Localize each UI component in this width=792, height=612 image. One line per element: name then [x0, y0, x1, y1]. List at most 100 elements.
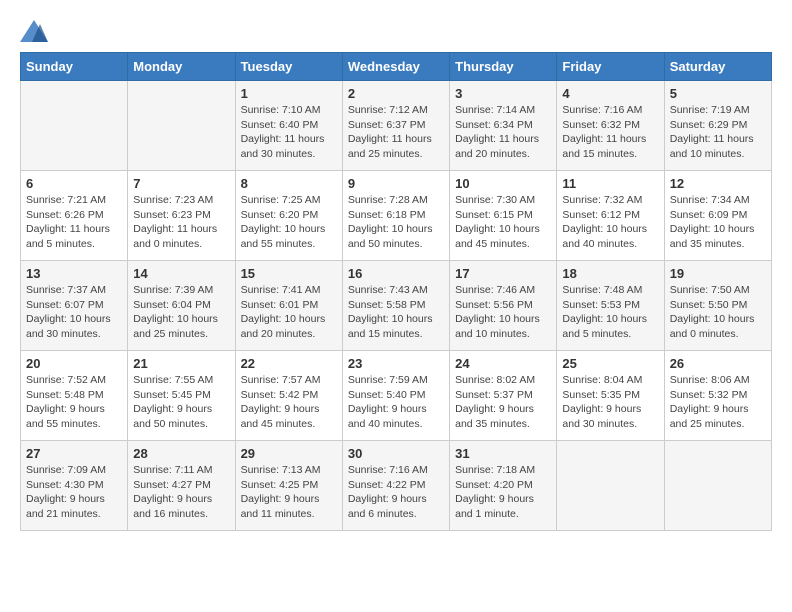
day-info: Sunrise: 8:06 AM Sunset: 5:32 PM Dayligh…: [670, 373, 766, 432]
day-info: Sunrise: 7:16 AM Sunset: 6:32 PM Dayligh…: [562, 103, 658, 162]
day-number: 12: [670, 176, 766, 191]
day-number: 8: [241, 176, 337, 191]
calendar-cell: 16 Sunrise: 7:43 AM Sunset: 5:58 PM Dayli…: [342, 261, 449, 351]
calendar-cell: 25 Sunrise: 8:04 AM Sunset: 5:35 PM Dayli…: [557, 351, 664, 441]
day-number: 17: [455, 266, 551, 281]
header: [20, 20, 772, 42]
day-info: Sunrise: 7:52 AM Sunset: 5:48 PM Dayligh…: [26, 373, 122, 432]
day-info: Sunrise: 7:59 AM Sunset: 5:40 PM Dayligh…: [348, 373, 444, 432]
calendar-cell: [557, 441, 664, 531]
calendar-cell: 3 Sunrise: 7:14 AM Sunset: 6:34 PM Daylig…: [450, 81, 557, 171]
day-info: Sunrise: 8:04 AM Sunset: 5:35 PM Dayligh…: [562, 373, 658, 432]
day-info: Sunrise: 7:41 AM Sunset: 6:01 PM Dayligh…: [241, 283, 337, 342]
calendar-cell: 7 Sunrise: 7:23 AM Sunset: 6:23 PM Daylig…: [128, 171, 235, 261]
day-info: Sunrise: 7:18 AM Sunset: 4:20 PM Dayligh…: [455, 463, 551, 522]
day-info: Sunrise: 7:23 AM Sunset: 6:23 PM Dayligh…: [133, 193, 229, 252]
calendar-cell: 17 Sunrise: 7:46 AM Sunset: 5:56 PM Dayli…: [450, 261, 557, 351]
day-info: Sunrise: 7:32 AM Sunset: 6:12 PM Dayligh…: [562, 193, 658, 252]
day-number: 3: [455, 86, 551, 101]
calendar-cell: 27Sunrise: 7:09 AM Sunset: 4:30 PM Dayli…: [21, 441, 128, 531]
day-number: 9: [348, 176, 444, 191]
day-info: Sunrise: 7:14 AM Sunset: 6:34 PM Dayligh…: [455, 103, 551, 162]
day-number: 13: [26, 266, 122, 281]
day-number: 7: [133, 176, 229, 191]
day-info: Sunrise: 7:46 AM Sunset: 5:56 PM Dayligh…: [455, 283, 551, 342]
day-number: 24: [455, 356, 551, 371]
calendar-cell: 18 Sunrise: 7:48 AM Sunset: 5:53 PM Dayli…: [557, 261, 664, 351]
day-info: Sunrise: 8:02 AM Sunset: 5:37 PM Dayligh…: [455, 373, 551, 432]
day-number: 26: [670, 356, 766, 371]
weekday-header-monday: Monday: [128, 53, 235, 81]
calendar-cell: 30Sunrise: 7:16 AM Sunset: 4:22 PM Dayli…: [342, 441, 449, 531]
day-info: Sunrise: 7:12 AM Sunset: 6:37 PM Dayligh…: [348, 103, 444, 162]
day-number: 15: [241, 266, 337, 281]
logo-icon: [20, 20, 48, 42]
day-number: 4: [562, 86, 658, 101]
calendar-cell: 15 Sunrise: 7:41 AM Sunset: 6:01 PM Dayli…: [235, 261, 342, 351]
calendar-cell: 28 Sunrise: 7:11 AM Sunset: 4:27 PM Dayli…: [128, 441, 235, 531]
calendar-cell: 10 Sunrise: 7:30 AM Sunset: 6:15 PM Dayli…: [450, 171, 557, 261]
day-number: 16: [348, 266, 444, 281]
day-info: Sunrise: 7:13 AM Sunset: 4:25 PM Dayligh…: [241, 463, 337, 522]
weekday-header-friday: Friday: [557, 53, 664, 81]
day-info: Sunrise: 7:55 AM Sunset: 5:45 PM Dayligh…: [133, 373, 229, 432]
day-number: 18: [562, 266, 658, 281]
calendar-cell: 12 Sunrise: 7:34 AM Sunset: 6:09 PM Dayli…: [664, 171, 771, 261]
calendar-week-row: 6Sunrise: 7:21 AM Sunset: 6:26 PM Daylig…: [21, 171, 772, 261]
calendar-cell: 9 Sunrise: 7:28 AM Sunset: 6:18 PM Daylig…: [342, 171, 449, 261]
calendar-cell: 14Sunrise: 7:39 AM Sunset: 6:04 PM Dayli…: [128, 261, 235, 351]
calendar-cell: 11 Sunrise: 7:32 AM Sunset: 6:12 PM Dayli…: [557, 171, 664, 261]
calendar-week-row: 1Sunrise: 7:10 AM Sunset: 6:40 PM Daylig…: [21, 81, 772, 171]
day-info: Sunrise: 7:21 AM Sunset: 6:26 PM Dayligh…: [26, 193, 122, 252]
calendar-week-row: 27Sunrise: 7:09 AM Sunset: 4:30 PM Dayli…: [21, 441, 772, 531]
day-info: Sunrise: 7:57 AM Sunset: 5:42 PM Dayligh…: [241, 373, 337, 432]
calendar-cell: 26 Sunrise: 8:06 AM Sunset: 5:32 PM Dayli…: [664, 351, 771, 441]
calendar-cell: 1Sunrise: 7:10 AM Sunset: 6:40 PM Daylig…: [235, 81, 342, 171]
calendar-week-row: 20 Sunrise: 7:52 AM Sunset: 5:48 PM Dayli…: [21, 351, 772, 441]
calendar-body: 1Sunrise: 7:10 AM Sunset: 6:40 PM Daylig…: [21, 81, 772, 531]
day-number: 19: [670, 266, 766, 281]
calendar-cell: 4 Sunrise: 7:16 AM Sunset: 6:32 PM Daylig…: [557, 81, 664, 171]
day-info: Sunrise: 7:19 AM Sunset: 6:29 PM Dayligh…: [670, 103, 766, 162]
calendar-cell: 23 Sunrise: 7:59 AM Sunset: 5:40 PM Dayli…: [342, 351, 449, 441]
day-number: 25: [562, 356, 658, 371]
day-info: Sunrise: 7:50 AM Sunset: 5:50 PM Dayligh…: [670, 283, 766, 342]
weekday-header-wednesday: Wednesday: [342, 53, 449, 81]
calendar-header: SundayMondayTuesdayWednesdayThursdayFrid…: [21, 53, 772, 81]
day-number: 1: [241, 86, 337, 101]
day-info: Sunrise: 7:16 AM Sunset: 4:22 PM Dayligh…: [348, 463, 444, 522]
day-info: Sunrise: 7:09 AM Sunset: 4:30 PM Dayligh…: [26, 463, 122, 522]
calendar-cell: 6Sunrise: 7:21 AM Sunset: 6:26 PM Daylig…: [21, 171, 128, 261]
day-info: Sunrise: 7:25 AM Sunset: 6:20 PM Dayligh…: [241, 193, 337, 252]
weekday-header-saturday: Saturday: [664, 53, 771, 81]
calendar-cell: 19 Sunrise: 7:50 AM Sunset: 5:50 PM Dayli…: [664, 261, 771, 351]
day-info: Sunrise: 7:11 AM Sunset: 4:27 PM Dayligh…: [133, 463, 229, 522]
day-info: Sunrise: 7:37 AM Sunset: 6:07 PM Dayligh…: [26, 283, 122, 342]
day-number: 5: [670, 86, 766, 101]
day-info: Sunrise: 7:30 AM Sunset: 6:15 PM Dayligh…: [455, 193, 551, 252]
day-number: 2: [348, 86, 444, 101]
day-info: Sunrise: 7:28 AM Sunset: 6:18 PM Dayligh…: [348, 193, 444, 252]
calendar-cell: [21, 81, 128, 171]
calendar-cell: 20 Sunrise: 7:52 AM Sunset: 5:48 PM Dayli…: [21, 351, 128, 441]
weekday-header-sunday: Sunday: [21, 53, 128, 81]
day-info: Sunrise: 7:43 AM Sunset: 5:58 PM Dayligh…: [348, 283, 444, 342]
day-number: 29: [241, 446, 337, 461]
day-number: 20: [26, 356, 122, 371]
day-info: Sunrise: 7:34 AM Sunset: 6:09 PM Dayligh…: [670, 193, 766, 252]
logo: [20, 20, 52, 42]
day-number: 10: [455, 176, 551, 191]
weekday-header-tuesday: Tuesday: [235, 53, 342, 81]
day-info: Sunrise: 7:39 AM Sunset: 6:04 PM Dayligh…: [133, 283, 229, 342]
day-number: 28: [133, 446, 229, 461]
calendar-cell: [128, 81, 235, 171]
calendar-cell: [664, 441, 771, 531]
day-info: Sunrise: 7:48 AM Sunset: 5:53 PM Dayligh…: [562, 283, 658, 342]
calendar-cell: 21 Sunrise: 7:55 AM Sunset: 5:45 PM Dayli…: [128, 351, 235, 441]
day-number: 11: [562, 176, 658, 191]
calendar-cell: 24 Sunrise: 8:02 AM Sunset: 5:37 PM Dayli…: [450, 351, 557, 441]
day-number: 21: [133, 356, 229, 371]
calendar-cell: 5 Sunrise: 7:19 AM Sunset: 6:29 PM Daylig…: [664, 81, 771, 171]
day-number: 23: [348, 356, 444, 371]
calendar-cell: 8 Sunrise: 7:25 AM Sunset: 6:20 PM Daylig…: [235, 171, 342, 261]
